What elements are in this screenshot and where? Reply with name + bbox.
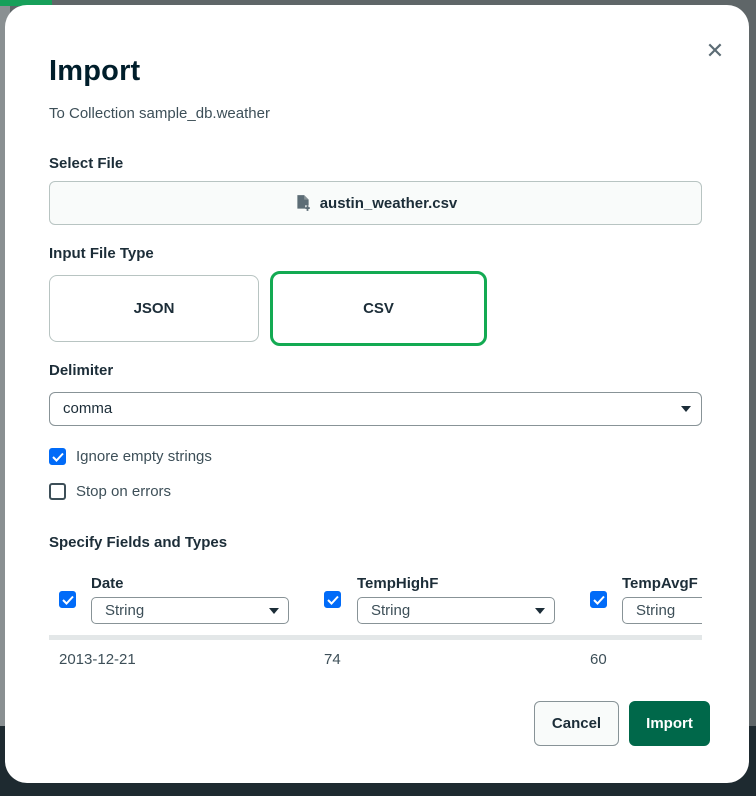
field-name: TempAvgF (622, 575, 698, 592)
field-name: Date (91, 575, 124, 592)
ignore-empty-strings-option[interactable]: Ignore empty strings (49, 448, 212, 465)
select-file-button[interactable]: austin_weather.csv (49, 181, 702, 225)
input-file-type-label: Input File Type (49, 245, 154, 262)
delimiter-select[interactable]: comma (49, 392, 702, 426)
dialog-title: Import (49, 55, 141, 87)
field-checkbox[interactable] (324, 591, 341, 608)
field-checkbox[interactable] (590, 591, 607, 608)
field-sample-value: 60 (590, 651, 607, 668)
stop-on-errors-label: Stop on errors (76, 483, 172, 500)
import-button[interactable]: Import (629, 701, 710, 746)
field-type-value: String (371, 602, 411, 619)
field-checkbox[interactable] (59, 591, 76, 608)
chevron-down-icon (681, 406, 691, 412)
delimiter-label: Delimiter (49, 362, 114, 379)
ignore-empty-strings-checkbox[interactable] (49, 448, 66, 465)
field-type-select[interactable]: String (91, 597, 289, 624)
delimiter-value: comma (63, 400, 113, 417)
file-type-json-label: JSON (133, 300, 175, 317)
field-sample-value: 74 (324, 651, 341, 668)
chevron-down-icon (535, 608, 545, 614)
field-type-select[interactable]: String (357, 597, 555, 624)
field-sample-value: 2013-12-21 (59, 651, 136, 668)
field-type-value: String (105, 602, 145, 619)
import-dialog: ✕ Import To Collection sample_db.weather… (5, 5, 749, 783)
stop-on-errors-option[interactable]: Stop on errors (49, 483, 171, 500)
file-type-csv-label: CSV (363, 300, 394, 317)
check-icon (592, 595, 605, 605)
dialog-subtitle: To Collection sample_db.weather (49, 105, 270, 122)
field-name: TempHighF (357, 575, 439, 592)
horizontal-scrollbar[interactable] (49, 635, 702, 640)
field-type-select[interactable]: String (622, 597, 702, 624)
specify-fields-label: Specify Fields and Types (49, 534, 228, 551)
fields-table: Date String 2013-12-21 TempHighF String … (49, 565, 702, 675)
file-type-json[interactable]: JSON (49, 275, 259, 342)
cancel-button[interactable]: Cancel (534, 701, 619, 746)
check-icon (51, 452, 64, 462)
check-icon (326, 595, 339, 605)
close-icon[interactable]: ✕ (705, 40, 725, 62)
file-type-csv[interactable]: CSV (270, 271, 487, 346)
file-icon (297, 195, 310, 211)
stop-on-errors-checkbox[interactable] (49, 483, 66, 500)
field-type-value: String (636, 602, 676, 619)
chevron-down-icon (269, 608, 279, 614)
check-icon (61, 595, 74, 605)
select-file-label: Select File (49, 155, 124, 172)
ignore-empty-strings-label: Ignore empty strings (76, 448, 212, 465)
selected-file-name: austin_weather.csv (319, 194, 458, 212)
